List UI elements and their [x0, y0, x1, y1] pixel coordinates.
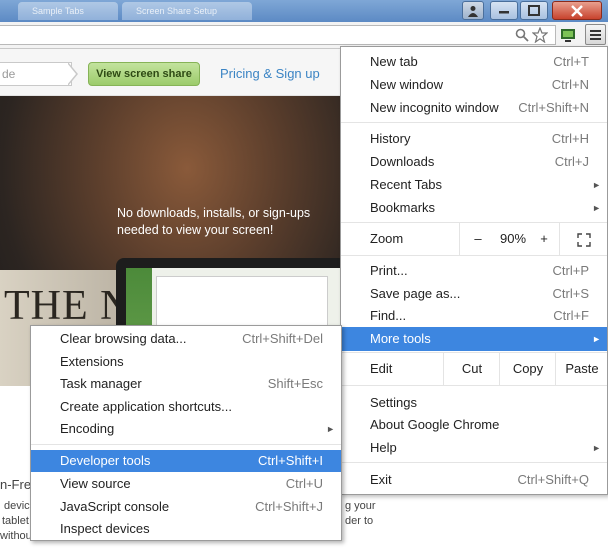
- breadcrumb-input[interactable]: de: [0, 62, 72, 86]
- menu-item-help[interactable]: Help ►: [341, 437, 607, 459]
- pricing-signup-link[interactable]: Pricing & Sign up: [220, 66, 320, 81]
- menu-separator: [31, 444, 341, 445]
- hero-line-1: No downloads, installs, or sign-ups: [117, 206, 311, 220]
- fullscreen-icon: [577, 232, 591, 247]
- menu-item-developer-tools[interactable]: Developer tools Ctrl+Shift+I: [31, 450, 341, 472]
- text-fragment: tablet: [2, 515, 29, 527]
- menu-item-new-tab[interactable]: New tab Ctrl+T: [341, 51, 607, 73]
- hero-line-2: needed to view your screen!: [117, 223, 274, 237]
- close-button[interactable]: [552, 1, 602, 20]
- hamburger-icon: [590, 30, 601, 40]
- menu-item-encoding[interactable]: Encoding ►: [31, 418, 341, 440]
- minimize-button[interactable]: [490, 1, 518, 20]
- close-icon: [571, 4, 583, 17]
- menu-edit-row: Edit Cut Copy Paste: [341, 353, 607, 385]
- paste-button[interactable]: Paste: [555, 353, 608, 385]
- zoom-label: Zoom: [370, 231, 404, 246]
- menu-item-create-shortcuts[interactable]: Create application shortcuts...: [31, 396, 341, 418]
- menu-separator: [341, 122, 607, 123]
- copy-button[interactable]: Copy: [499, 353, 556, 385]
- tab-label: Sample Tabs: [32, 6, 84, 16]
- edit-label: Edit: [370, 361, 393, 376]
- browser-tab[interactable]: Sample Tabs: [18, 2, 118, 20]
- menu-item-extensions[interactable]: Extensions: [31, 351, 341, 373]
- maximize-button[interactable]: [520, 1, 548, 20]
- menu-item-new-incognito[interactable]: New incognito window Ctrl+Shift+N: [341, 97, 607, 119]
- browser-tab[interactable]: Screen Share Setup: [122, 2, 252, 20]
- menu-item-javascript-console[interactable]: JavaScript console Ctrl+Shift+J: [31, 496, 341, 518]
- submenu-arrow-icon: ►: [592, 334, 601, 344]
- menu-item-inspect-devices[interactable]: Inspect devices: [31, 518, 341, 540]
- menu-item-recent-tabs[interactable]: Recent Tabs ►: [341, 174, 607, 196]
- newspaper-headline: THE N: [4, 283, 132, 329]
- menu-item-more-tools[interactable]: More tools ►: [341, 327, 607, 351]
- submenu-arrow-icon: ►: [592, 180, 601, 190]
- chrome-menu-button[interactable]: [585, 24, 606, 45]
- text-fragment: g your: [345, 500, 376, 512]
- zoom-level: 90%: [499, 231, 527, 246]
- more-tools-submenu: Clear browsing data... Ctrl+Shift+Del Ext…: [30, 325, 342, 541]
- menu-separator: [341, 385, 607, 386]
- menu-separator: [341, 255, 607, 256]
- menu-item-exit[interactable]: Exit Ctrl+Shift+Q: [341, 469, 607, 491]
- menu-item-task-manager[interactable]: Task manager Shift+Esc: [31, 373, 341, 395]
- submenu-arrow-icon: ►: [592, 203, 601, 213]
- zoom-out-button[interactable]: –: [459, 223, 496, 255]
- minimize-icon: [499, 10, 509, 13]
- menu-item-new-window[interactable]: New window Ctrl+N: [341, 74, 607, 96]
- menu-item-view-source[interactable]: View source Ctrl+U: [31, 473, 341, 495]
- menu-item-history[interactable]: History Ctrl+H: [341, 128, 607, 150]
- view-screen-share-button[interactable]: View screen share: [88, 62, 200, 86]
- menu-item-about-chrome[interactable]: About Google Chrome: [341, 414, 607, 436]
- text-fragment: withou: [0, 530, 32, 542]
- user-icon[interactable]: [462, 1, 484, 20]
- breadcrumb-arrow-fill: [67, 63, 76, 85]
- tab-label: Screen Share Setup: [136, 6, 218, 16]
- menu-item-settings[interactable]: Settings: [341, 392, 607, 414]
- cut-button[interactable]: Cut: [443, 353, 500, 385]
- menu-item-print[interactable]: Print... Ctrl+P: [341, 260, 607, 282]
- search-icon[interactable]: [515, 28, 529, 45]
- chrome-main-menu: New tab Ctrl+T New window Ctrl+N New incog…: [340, 46, 608, 495]
- section-heading-fragment: n-Fre: [0, 477, 32, 492]
- text-fragment: der to: [345, 515, 374, 527]
- submenu-arrow-icon: ►: [326, 424, 335, 434]
- text-fragment: devic: [4, 500, 30, 512]
- menu-item-save-page[interactable]: Save page as... Ctrl+S: [341, 283, 607, 305]
- fullscreen-button[interactable]: [559, 223, 608, 255]
- submenu-arrow-icon: ►: [592, 443, 601, 453]
- menu-item-downloads[interactable]: Downloads Ctrl+J: [341, 151, 607, 173]
- zoom-in-button[interactable]: +: [531, 223, 557, 255]
- bookmark-star-icon[interactable]: [531, 26, 549, 46]
- menu-item-bookmarks[interactable]: Bookmarks ►: [341, 197, 607, 219]
- address-bar[interactable]: [0, 25, 556, 45]
- menu-item-clear-browsing-data[interactable]: Clear browsing data... Ctrl+Shift+Del: [31, 328, 341, 350]
- menu-zoom-row: Zoom – 90% +: [341, 223, 607, 255]
- maximize-icon: [528, 5, 540, 16]
- hero-text: No downloads, installs, or sign-ups need…: [117, 205, 347, 239]
- menu-separator: [341, 462, 607, 463]
- menu-item-find[interactable]: Find... Ctrl+F: [341, 305, 607, 327]
- cast-extension-icon[interactable]: [560, 27, 576, 43]
